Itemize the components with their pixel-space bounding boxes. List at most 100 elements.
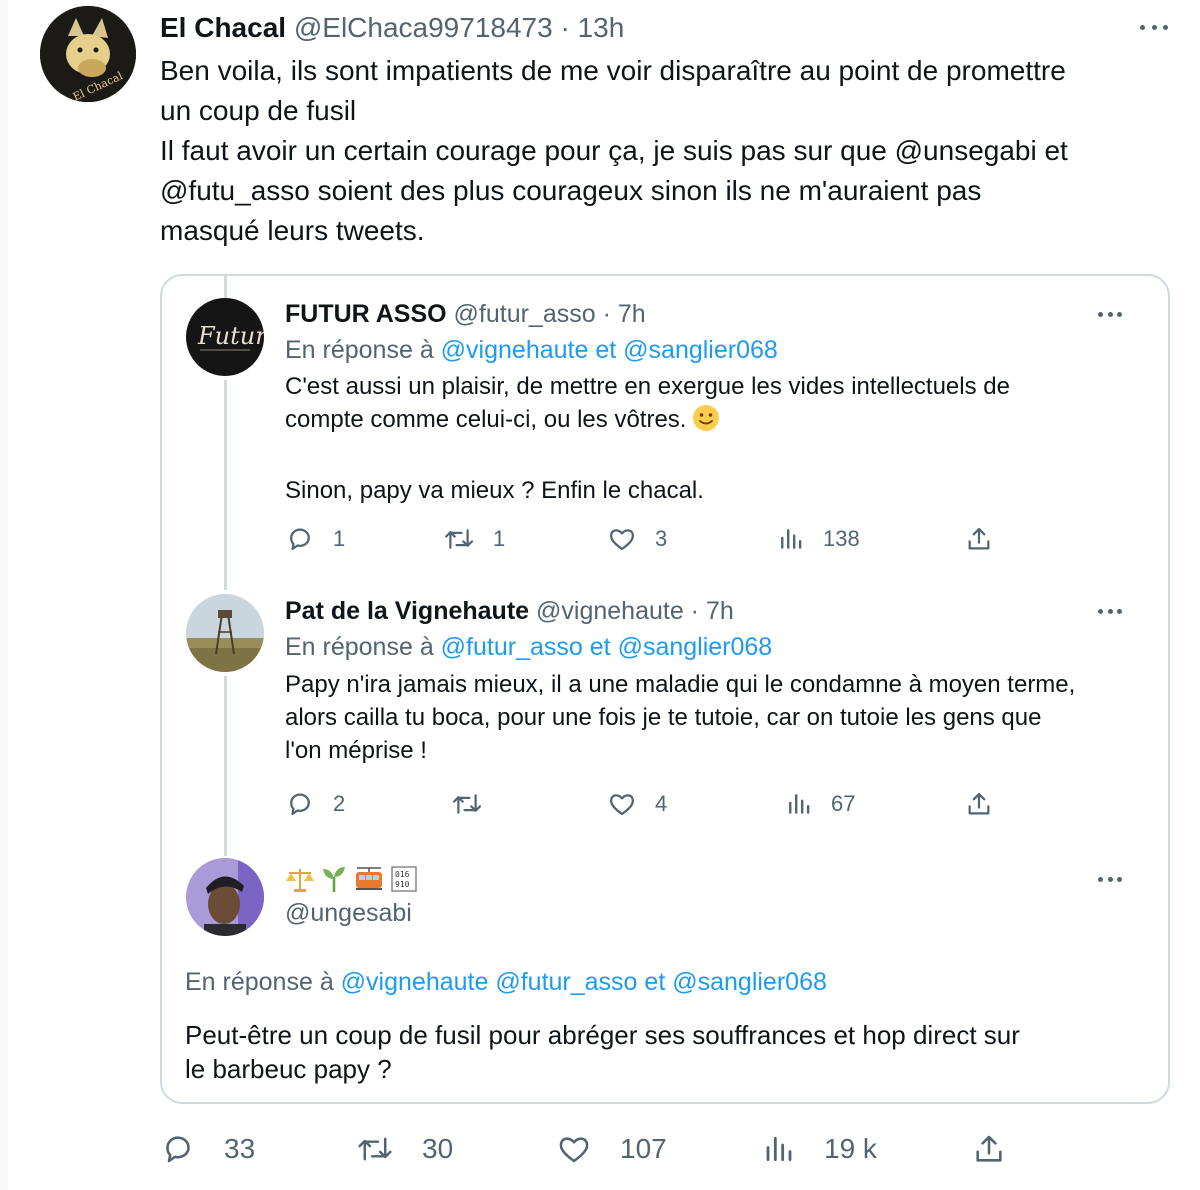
views-button[interactable]: 67 [787,787,855,821]
share-icon [976,1135,1002,1162]
svg-text:Futur: Futur [197,322,264,350]
reply-button[interactable]: 1 [285,522,345,556]
more-dots-icon[interactable] [1094,869,1126,889]
more-dots-icon[interactable] [1094,601,1126,621]
more-dots-icon[interactable] [1136,17,1172,37]
share-button[interactable] [972,1130,1006,1168]
mention-link[interactable]: @sanglier068 [672,968,827,996]
vignehaute-avatar[interactable] [186,594,264,672]
more-dots-icon[interactable] [1094,304,1126,324]
reply-text-line: le barbeuc papy ? [185,1054,392,1084]
reply-header: Pat de la Vignehaute @vignehaute · 7h [285,595,734,627]
replying-to: En réponse à @futur_asso et @sanglier068 [285,631,772,663]
like-button[interactable]: 3 [607,522,667,556]
retweet-count: 1 [493,526,506,551]
retweet-icon [452,794,482,814]
meta-separator: · [683,597,706,625]
meta-separator: · [595,300,618,328]
like-count: 4 [655,791,668,816]
like-count: 3 [655,526,668,551]
tweet-time[interactable]: 13h [578,12,625,43]
reply-actions: 1 1 3 138 [285,522,1025,556]
author-display-name[interactable]: 016 910 [285,864,417,894]
heart-icon [609,794,635,816]
mention-link[interactable]: @vignehaute [441,336,589,364]
tweet-text-line: Il faut avoir un certain courage pour ça… [160,135,1068,166]
smiling-face-emoji [692,404,720,441]
author-avatar[interactable]: El Chacal [40,6,136,102]
retweet-icon [444,529,474,549]
reply-text-line: C'est aussi un plaisir, de mettre en exe… [285,373,1010,400]
author-name[interactable]: El Chacal [160,12,286,43]
tweet-text: Ben voila, ils sont impatients de me voi… [160,51,1170,251]
meta-separator: · [552,12,578,43]
reply-text-line: alors cailla tu boca, pour une fois je t… [285,704,1042,731]
ungesabi-avatar[interactable] [186,858,264,936]
replying-to: En réponse à @vignehaute @futur_asso et … [185,966,827,998]
mention-link[interactable]: @vignehaute [341,968,489,996]
balance-scale-emoji [286,869,314,892]
reply-text-line [285,441,1145,474]
views-button[interactable]: 138 [779,522,860,556]
reply-text-line: Peut-être un coup de fusil pour abréger … [185,1020,1020,1050]
binary-emoji: 016910 [391,866,417,892]
author-handle[interactable]: @ElChaca99718473 [294,12,553,43]
retweet-button[interactable]: 30 [356,1130,453,1168]
tweet-time[interactable]: 7h [706,597,734,625]
thread-line [224,276,227,298]
like-button[interactable]: 107 [556,1130,667,1168]
author-handle[interactable]: @futur_asso [454,300,596,328]
tweet-text-line: masqué leurs tweets. [160,215,425,246]
tweet-text-line: Ben voila, ils sont impatients de me voi… [160,55,1066,86]
reply-count: 1 [333,526,346,551]
share-button[interactable] [965,522,993,556]
reply-button[interactable]: 2 [285,787,345,821]
views-button[interactable]: 19 k [764,1130,877,1168]
views-icon [789,794,810,814]
tweet-time[interactable]: 7h [618,300,646,328]
reply-text: Peut-être un coup de fusil pour abréger … [185,1018,1145,1086]
reply-prefix: En réponse à [285,633,434,661]
tweet-actions: 33 30 107 19 k [160,1130,1020,1168]
share-button[interactable] [965,787,993,821]
reply-text-line: Sinon, papy va mieux ? Enfin le chacal. [285,477,704,504]
mention-link[interactable]: @futur_asso [441,633,583,661]
reply-prefix: En réponse à [185,968,334,996]
like-button[interactable]: 4 [607,787,667,821]
share-icon [968,792,990,815]
reply-count: 33 [224,1133,256,1164]
seedling-emoji [323,867,345,892]
view-count: 138 [823,526,860,551]
reply-count: 2 [333,791,346,816]
reply-prefix: En réponse à [285,336,434,364]
main-tweet[interactable]: El Chacal El Chacal @ElChaca99718473 · 1… [8,0,1200,1190]
like-count: 107 [620,1133,667,1164]
views-icon [766,1136,792,1162]
reply-icon [290,793,310,816]
author-handle[interactable]: @vignehaute [536,597,684,625]
author-name[interactable]: FUTUR ASSO [285,300,447,328]
retweet-count: 30 [422,1133,454,1164]
page: El Chacal El Chacal @ElChaca99718473 · 1… [0,0,1200,1190]
author-name[interactable]: Pat de la Vignehaute [285,597,529,625]
futur-asso-avatar[interactable]: Futur [186,298,264,376]
tweet-text-line: un coup de fusil [160,95,357,126]
mention-link[interactable]: @sanglier068 [623,336,778,364]
reply-joiner: et [644,968,666,996]
reply-joiner: et [595,336,617,364]
reply-button[interactable]: 33 [160,1130,255,1168]
reply-header: FUTUR ASSO @futur_asso · 7h [285,298,646,330]
mention-link[interactable]: @sanglier068 [618,633,773,661]
reply-header: @ungesabi [285,897,412,929]
reply-text: Papy n'ira jamais mieux, il a une maladi… [285,668,1145,767]
mention-link[interactable]: @futur_asso [495,968,637,996]
view-count: 19 k [824,1133,877,1164]
retweet-button[interactable] [451,787,501,821]
retweet-button[interactable]: 1 [443,522,505,556]
heart-icon [609,529,635,551]
views-icon [781,529,802,549]
reply-text: C'est aussi un plaisir, de mettre en exe… [285,370,1145,507]
share-icon [968,527,990,550]
author-handle[interactable]: @ungesabi [285,899,412,927]
reply-text-line: l'on méprise ! [285,737,427,764]
